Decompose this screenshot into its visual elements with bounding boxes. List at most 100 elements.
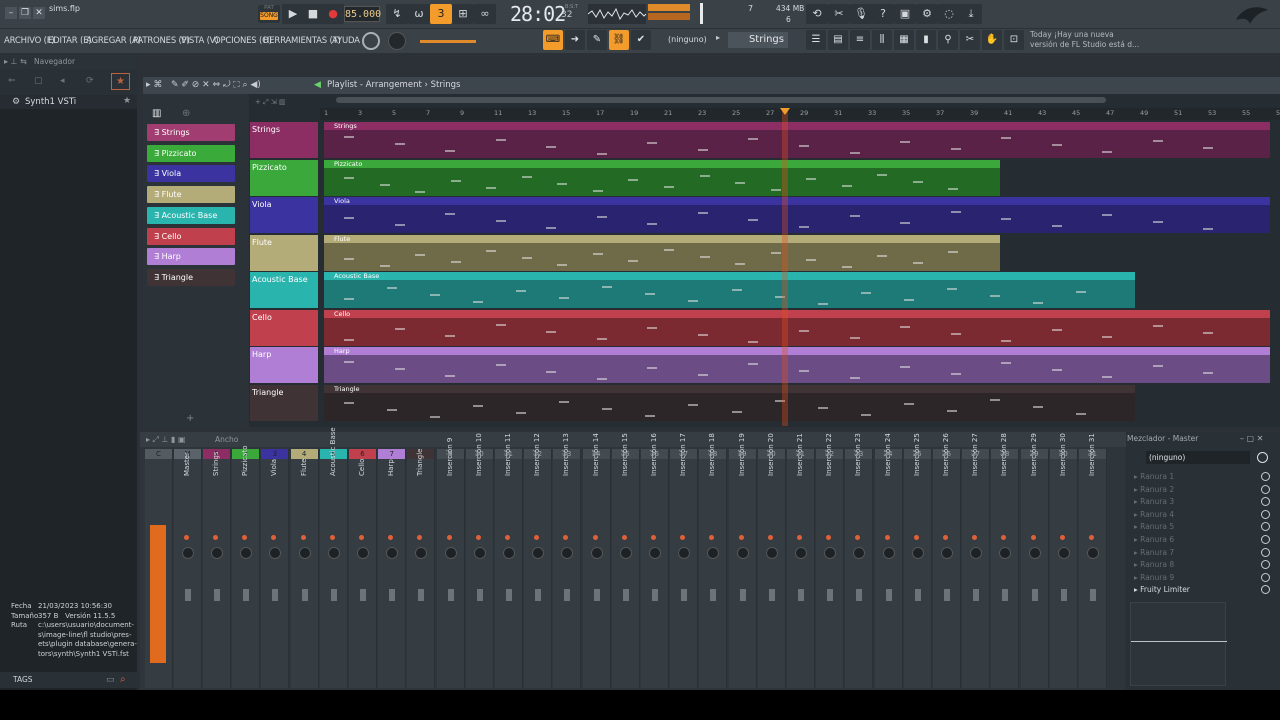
- slot-enable-icon[interactable]: [1261, 522, 1270, 532]
- volume-fader[interactable]: [1002, 589, 1009, 601]
- mixer-strip[interactable]: 22: [816, 449, 845, 688]
- track-header[interactable]: Harp: [250, 347, 318, 383]
- snap-selector[interactable]: (ninguno): [668, 35, 707, 44]
- volume-fader[interactable]: [768, 589, 775, 601]
- volume-fader[interactable]: [944, 589, 950, 601]
- mute-led-icon[interactable]: [1030, 535, 1036, 540]
- mixer-insert-slot[interactable]: ▸ Ranura 1: [1134, 472, 1270, 481]
- volume-fader[interactable]: [914, 589, 921, 601]
- pan-knob-icon[interactable]: [911, 547, 924, 559]
- pan-knob-icon[interactable]: [532, 547, 545, 559]
- track-clip[interactable]: Strings: [324, 122, 1270, 158]
- piano-roll-icon[interactable]: ▤: [828, 30, 848, 50]
- pan-knob-icon[interactable]: [999, 547, 1012, 559]
- mixer-strip[interactable]: 24: [874, 449, 903, 688]
- mute-led-icon[interactable]: [621, 535, 627, 540]
- mute-led-icon[interactable]: [446, 535, 452, 540]
- pattern-item[interactable]: ∃ Triangle: [147, 268, 235, 286]
- pan-knob-icon[interactable]: [970, 547, 983, 559]
- pan-knob-icon[interactable]: [941, 547, 953, 559]
- volume-fader[interactable]: [476, 589, 483, 601]
- mute-led-icon[interactable]: [359, 535, 364, 540]
- help-icon[interactable]: ?: [872, 4, 894, 24]
- volume-fader[interactable]: [330, 589, 337, 601]
- pan-knob-icon[interactable]: [824, 547, 837, 559]
- playlist-tools-icons[interactable]: ▸ ⌘ ✎ ✐ ⊘ ✕ ⇔ ⤾ ⛶ ⌕ ◀): [146, 80, 261, 90]
- tag-search-icon[interactable]: ⌕: [120, 674, 126, 685]
- tuner-icon[interactable]: ⚲: [938, 30, 958, 50]
- browser-speaker-icon[interactable]: ◂: [60, 76, 65, 86]
- browser-menu-icon[interactable]: ▸ ⊥ ⇆: [4, 57, 27, 66]
- main-volume-slider[interactable]: [420, 40, 476, 43]
- mixer-strip[interactable]: 3: [261, 449, 290, 688]
- mute-led-icon[interactable]: [329, 535, 335, 540]
- pan-knob-icon[interactable]: [327, 547, 340, 559]
- mixer-strip[interactable]: 11: [495, 449, 523, 688]
- master-volume-slider[interactable]: [700, 3, 703, 24]
- mute-led-icon[interactable]: [242, 535, 248, 540]
- news-panel[interactable]: Today ¡Hay una nueva versión de FL Studi…: [1030, 30, 1139, 50]
- mute-led-icon[interactable]: [680, 535, 686, 540]
- step-edit-icon[interactable]: ⊞: [452, 4, 474, 24]
- mixer-preset-selector[interactable]: (ninguno): [1146, 451, 1250, 464]
- volume-fader[interactable]: [301, 589, 308, 601]
- pan-knob-icon[interactable]: [1087, 547, 1099, 559]
- pan-knob-icon[interactable]: [882, 547, 895, 559]
- mixer-strip[interactable]: 31: [1079, 449, 1107, 688]
- channel-selector[interactable]: Strings: [728, 32, 788, 48]
- pattern-item[interactable]: ∃ Viola: [147, 165, 235, 183]
- countdown-icon[interactable]: 3: [430, 4, 452, 24]
- mixer-insert-slot[interactable]: ▸ Ranura 7: [1134, 547, 1270, 557]
- chat-icon[interactable]: ◌: [938, 4, 960, 24]
- pan-knob-icon[interactable]: [240, 547, 253, 559]
- pan-knob-icon[interactable]: [736, 547, 749, 559]
- menu-help[interactable]: AYUDA: [332, 36, 360, 46]
- folder-icon[interactable]: ▭: [106, 675, 115, 685]
- mixer-strip[interactable]: 25: [903, 449, 932, 688]
- channel-prev-icon[interactable]: ▸: [716, 33, 726, 47]
- mute-led-icon[interactable]: [300, 535, 306, 540]
- pan-knob-icon[interactable]: [298, 547, 311, 559]
- mute-led-icon[interactable]: [592, 535, 598, 540]
- slot-enable-icon[interactable]: [1261, 535, 1270, 544]
- channel-rack-icon[interactable]: ≡: [850, 30, 870, 50]
- browser-file-icon[interactable]: ▢: [34, 76, 43, 86]
- undo-icon[interactable]: ⟲: [806, 4, 828, 24]
- mixer-strip[interactable]: 20: [757, 449, 786, 688]
- time-knob-icon[interactable]: [362, 32, 380, 50]
- pattern-item[interactable]: ∃ Acoustic Base: [147, 206, 235, 224]
- track-header[interactable]: Viola: [250, 197, 318, 233]
- playhead-arrow-icon[interactable]: [780, 108, 790, 115]
- mixer-strip[interactable]: 9: [436, 449, 465, 688]
- track-clip[interactable]: Pizzicato: [324, 159, 1000, 196]
- loop-record-icon[interactable]: ∞: [474, 4, 496, 24]
- slot-enable-icon[interactable]: [1261, 472, 1270, 481]
- wait-icon[interactable]: ω: [408, 4, 430, 24]
- eq-panel[interactable]: [1130, 602, 1227, 686]
- mixer-strip[interactable]: 26: [933, 449, 961, 688]
- pan-knob-icon[interactable]: [182, 547, 194, 559]
- mute-led-icon[interactable]: [797, 535, 802, 540]
- pan-knob-icon[interactable]: [853, 547, 866, 559]
- pan-knob-icon[interactable]: [795, 547, 807, 559]
- pan-knob-icon[interactable]: [1028, 547, 1041, 559]
- minimize-icon[interactable]: –: [5, 7, 17, 19]
- mixer-strip[interactable]: 2: [232, 449, 261, 688]
- timeline-ruler[interactable]: 1 3 5 7 9 11 13 15 17 19 21 23 25 27 29 31 33 35 37 39 41 43 4…: [320, 108, 1280, 120]
- menu-file[interactable]: ARCHIVO (F): [4, 36, 55, 46]
- pattern-add-icon[interactable]: ⊕: [182, 108, 190, 119]
- shop-icon[interactable]: ⊡: [1004, 30, 1024, 50]
- volume-fader[interactable]: [652, 589, 658, 601]
- track-header[interactable]: Cello: [250, 309, 318, 346]
- mute-led-icon[interactable]: [505, 535, 510, 540]
- volume-fader[interactable]: [856, 589, 863, 601]
- save-icon[interactable]: ▣: [894, 4, 916, 24]
- mixer-strip[interactable]: 13: [553, 449, 582, 688]
- favorites-star-icon[interactable]: ★: [111, 73, 130, 90]
- slot-enable-icon[interactable]: [1261, 484, 1270, 494]
- pan-knob-icon[interactable]: [444, 547, 457, 559]
- close-icon[interactable]: ✕: [33, 7, 45, 19]
- mixer-strip[interactable]: 23: [845, 449, 874, 688]
- track-clip[interactable]: Viola: [324, 197, 1270, 233]
- mute-led-icon[interactable]: [388, 535, 394, 540]
